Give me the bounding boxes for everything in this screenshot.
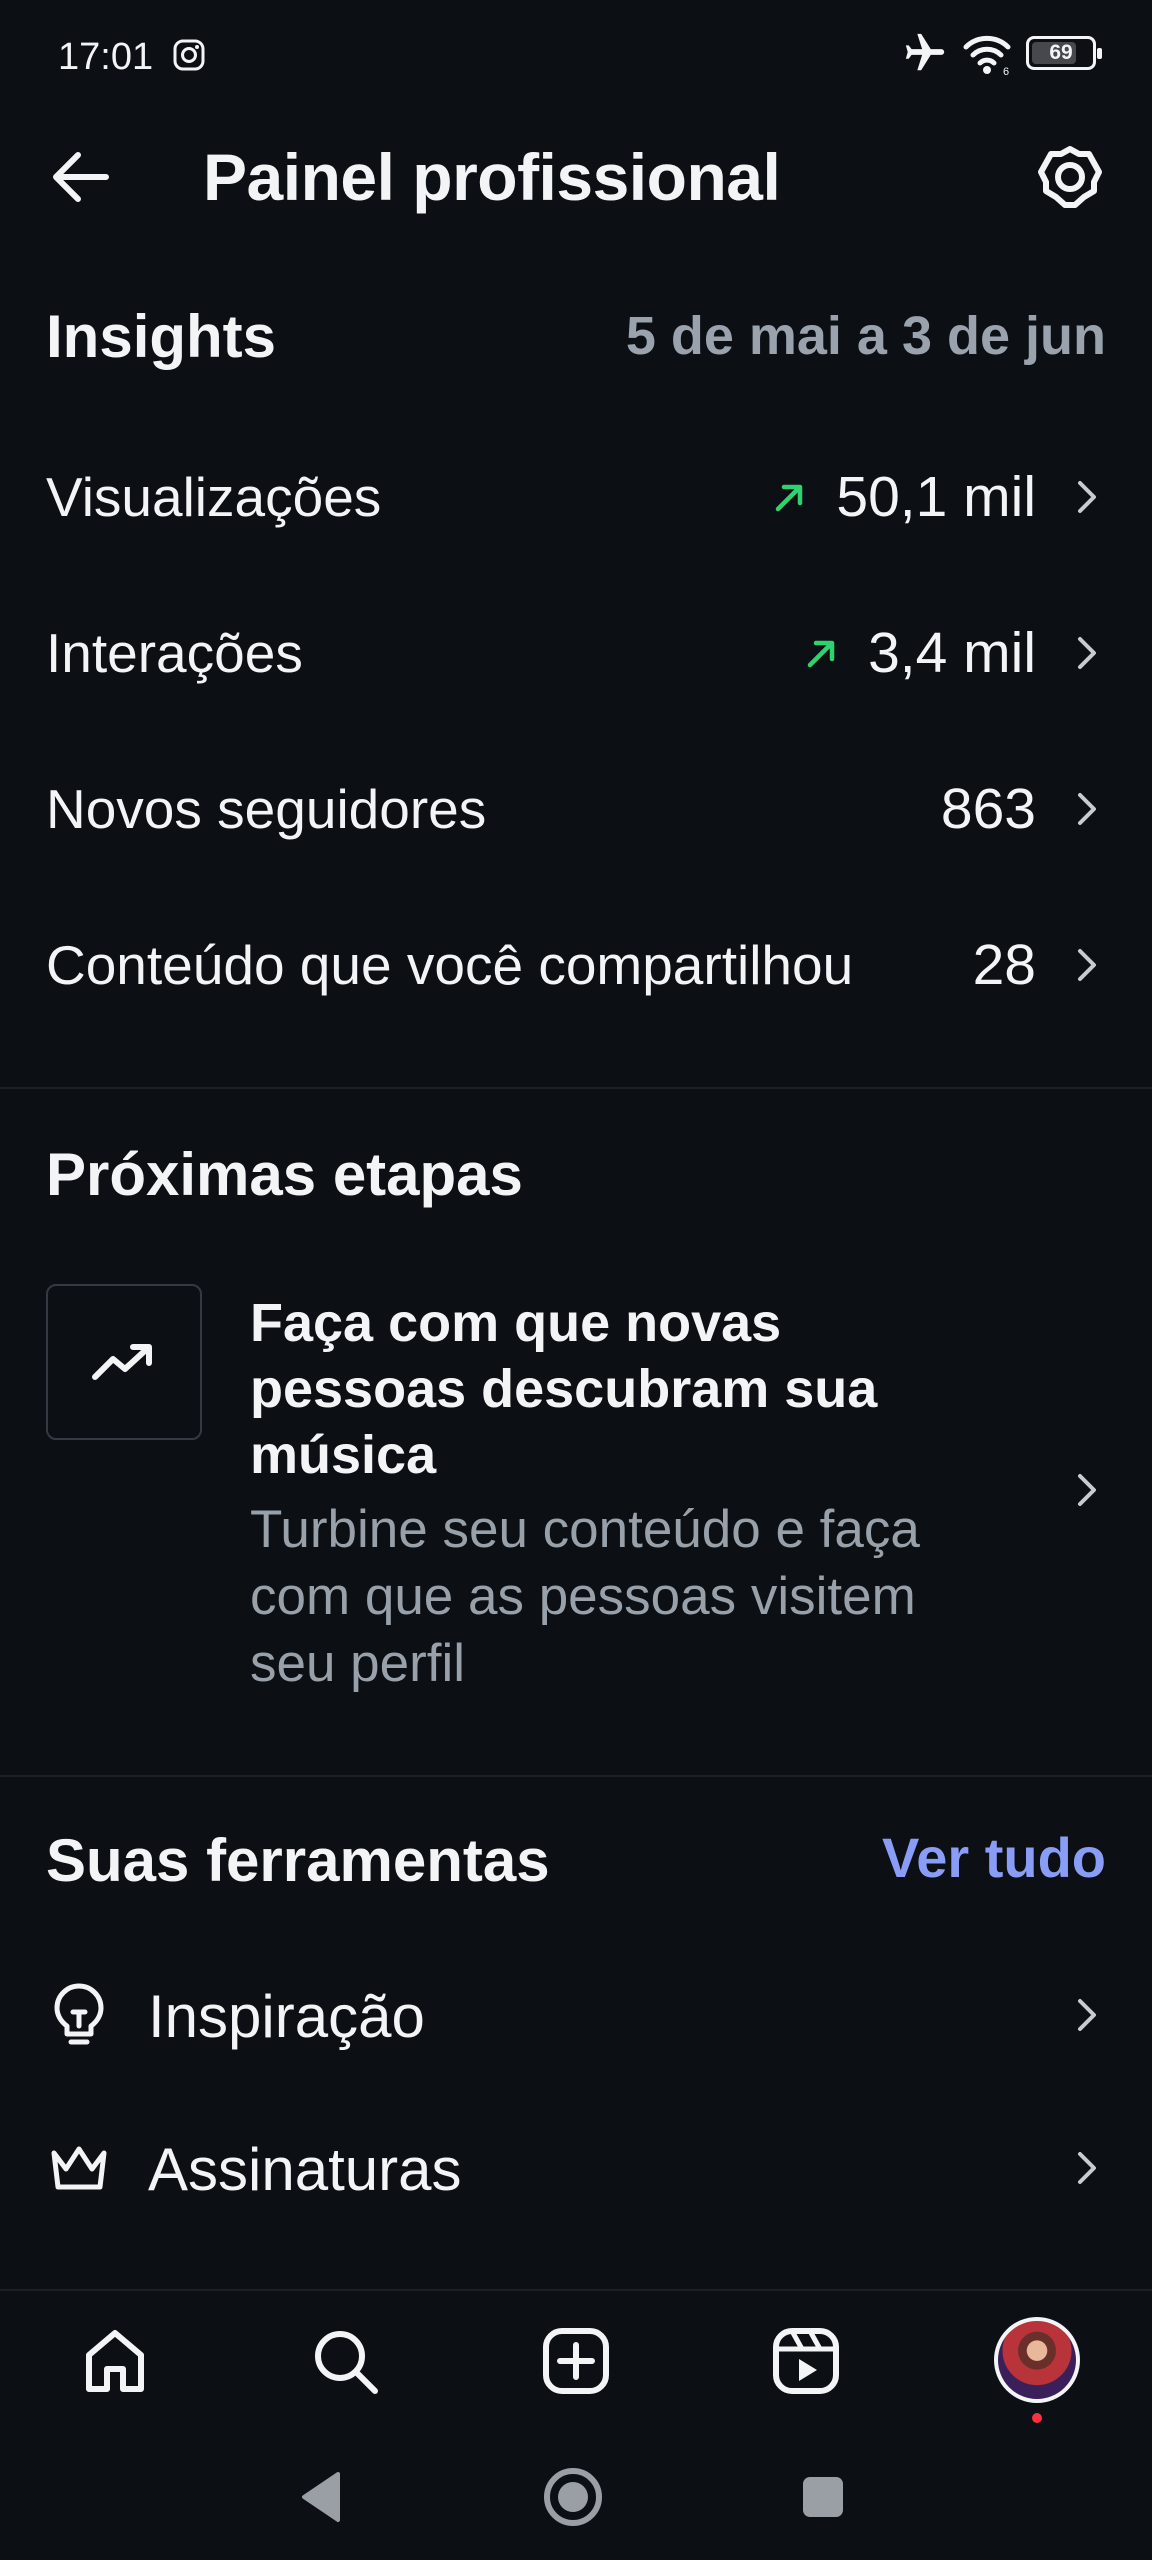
airplane-mode-icon [905, 33, 945, 71]
metric-value: 3,4 mil [868, 621, 1036, 685]
bottom-navigation [0, 2289, 1152, 2429]
gear-icon [1038, 146, 1102, 208]
trend-up-icon [807, 640, 835, 668]
lightbulb-icon [54, 1983, 104, 2045]
chevron-right-icon [1078, 2152, 1096, 2184]
metric-label: Visualizações [46, 466, 382, 528]
chevron-right-icon [1078, 637, 1096, 669]
chevron-right-icon [1078, 949, 1096, 981]
instagram-icon [173, 39, 205, 71]
settings-button[interactable] [1030, 137, 1110, 217]
metric-label: Conteúdo que você compartilhou [46, 934, 854, 996]
search-icon [315, 2331, 378, 2394]
page-title: Painel profissional [203, 140, 781, 214]
notification-dot [1032, 2413, 1042, 2423]
system-navigation-bar [0, 2430, 1152, 2560]
metric-row-views[interactable]: Visualizações 50,1 mil [0, 422, 1152, 572]
battery-level: 69 [1049, 41, 1073, 64]
metric-label: Novos seguidores [46, 778, 487, 840]
battery-icon: 69 [1026, 36, 1102, 70]
metric-value: 28 [972, 933, 1036, 997]
status-indicators: 6 69 [902, 30, 1102, 76]
metric-row-shared-content[interactable]: Conteúdo que você compartilhou 28 [0, 890, 1152, 1040]
chevron-right-icon [1078, 1474, 1096, 1506]
section-divider [0, 1775, 1152, 1777]
step-description: Turbine seu conteúdo e faça com que as p… [250, 1500, 920, 1693]
section-divider [0, 1087, 1152, 1089]
insights-heading: Insights [46, 303, 277, 370]
tool-row-inspiration[interactable]: Inspiração [0, 1940, 1152, 2090]
tools-heading: Suas ferramentas [46, 1827, 550, 1894]
date-range-button[interactable]: 5 de mai a 3 de jun [626, 305, 1106, 367]
system-recents-button[interactable] [803, 2477, 843, 2517]
tool-label: Assinaturas [148, 2136, 462, 2203]
trending-up-icon [92, 1344, 152, 1380]
back-button[interactable] [40, 137, 120, 217]
metric-row-new-followers[interactable]: Novos seguidores 863 [0, 734, 1152, 884]
top-app-bar: Painel profissional [0, 115, 1152, 240]
tool-row-subscriptions[interactable]: Assinaturas [0, 2093, 1152, 2243]
metric-row-interactions[interactable]: Interações 3,4 mil [0, 578, 1152, 728]
create-icon [543, 2328, 609, 2394]
nav-home[interactable] [75, 2321, 155, 2401]
trend-up-icon [776, 484, 803, 512]
system-home-icon [558, 2482, 588, 2512]
step-icon-box [46, 1284, 202, 1440]
system-back-icon[interactable] [298, 2470, 342, 2524]
svg-text:6: 6 [1003, 66, 1009, 76]
next-step-card[interactable]: Faça com que novas pessoas descubram sua… [0, 1280, 1152, 1700]
system-home-button[interactable] [544, 2468, 602, 2526]
see-all-link[interactable]: Ver tudo [882, 1825, 1106, 1890]
wifi-icon: 6 [963, 35, 1011, 76]
nav-reels[interactable] [766, 2321, 846, 2401]
arrow-left-icon [53, 152, 109, 202]
metric-value: 863 [940, 777, 1036, 841]
next-steps-heading: Próximas etapas [46, 1141, 523, 1208]
profile-avatar[interactable] [994, 2317, 1080, 2403]
home-icon [86, 2330, 144, 2392]
chevron-right-icon [1078, 793, 1096, 825]
tool-label: Inspiração [148, 1983, 425, 2050]
nav-search[interactable] [305, 2321, 385, 2401]
reels-icon [773, 2328, 839, 2394]
status-bar: 17:01 6 69 [0, 0, 1152, 115]
chevron-right-icon [1078, 481, 1096, 513]
chevron-right-icon [1078, 1999, 1096, 2031]
nav-create[interactable] [536, 2321, 616, 2401]
crown-icon [51, 2146, 107, 2190]
step-title: Faça com que novas pessoas descubram sua… [250, 1293, 878, 1485]
professional-dashboard-screen: 17:01 6 69 Painel profissional Insights … [0, 0, 1152, 2560]
metric-label: Interações [46, 622, 303, 684]
metric-value: 50,1 mil [836, 465, 1036, 529]
status-time: 17:01 [58, 36, 154, 78]
